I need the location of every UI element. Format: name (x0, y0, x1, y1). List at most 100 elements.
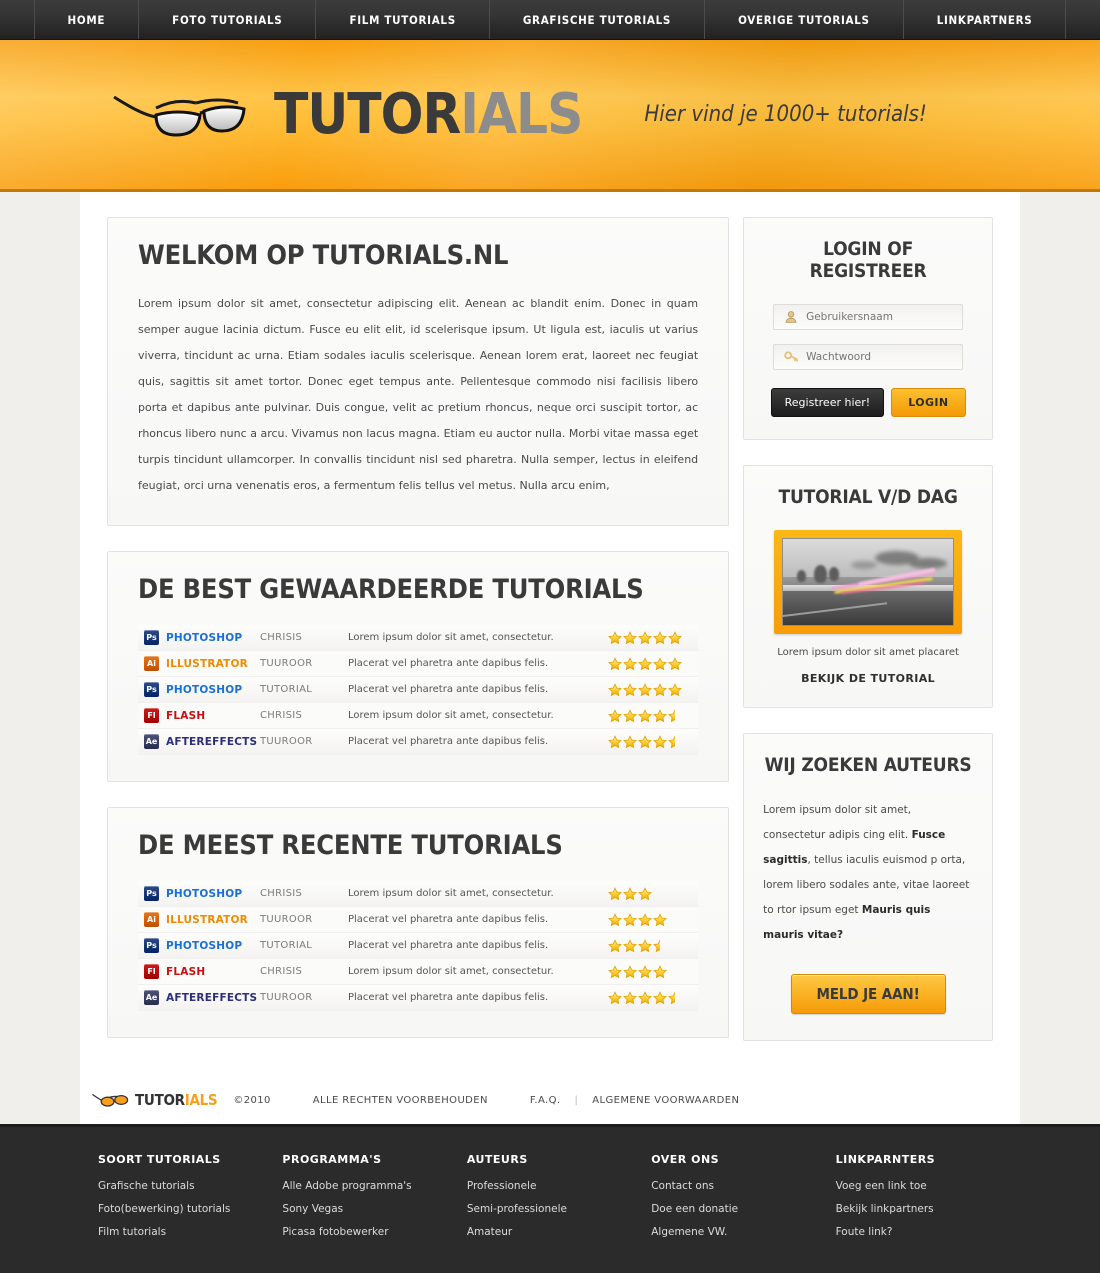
footer-link[interactable]: Alle Adobe programma's (282, 1180, 466, 1192)
star-full (623, 886, 638, 901)
footer-link[interactable]: Algemene VW. (651, 1226, 835, 1238)
password-field[interactable] (773, 344, 964, 370)
star-full (653, 964, 668, 979)
footer-link[interactable]: Doe een donatie (651, 1203, 835, 1215)
login-button[interactable]: LOGIN (891, 388, 966, 417)
tutorial-description: Placerat vel pharetra ante dapibus felis… (348, 684, 549, 695)
tutorial-description: Lorem ipsum dolor sit amet, consectetur. (348, 888, 554, 899)
star-full (608, 964, 623, 979)
footer-logo-orange: IALS (184, 1091, 218, 1109)
tutorial-app-name[interactable]: PHOTOSHOP (166, 684, 242, 696)
top-navigation: HOME FOTO TUTORIALS FILM TUTORIALS GRAFISCH… (0, 0, 1100, 40)
star-full (653, 708, 668, 723)
tutorial-thumbnail-frame[interactable] (774, 530, 963, 634)
tutorial-app-name[interactable]: PHOTOSHOP (166, 940, 242, 952)
footer-link[interactable]: Sony Vegas (282, 1203, 466, 1215)
tutorial-app-name[interactable]: ILLUSTRATOR (166, 914, 248, 926)
nav-overige-tutorials[interactable]: OVERIGE TUTORIALS (705, 0, 904, 39)
footer-column: PROGRAMMA'S Alle Adobe programma's Sony Ve… (282, 1153, 466, 1249)
tutorial-app-name[interactable]: PHOTOSHOP (166, 632, 242, 644)
footer-link[interactable]: Film tutorials (98, 1226, 282, 1238)
star-half (668, 708, 682, 723)
tutorial-description: Placerat vel pharetra ante dapibus felis… (348, 992, 549, 1003)
tutorial-author: TUUROOR (260, 658, 313, 669)
app-icon-ae: Ae (144, 990, 159, 1005)
tutorial-rating (608, 656, 698, 671)
table-row[interactable]: Fl FLASH CHRISIS Lorem ipsum dolor sit amet… (138, 703, 699, 729)
tutorial-app-name[interactable]: ILLUSTRATOR (166, 658, 248, 670)
star-full (623, 708, 638, 723)
footer-link[interactable]: Picasa fotobewerker (282, 1226, 466, 1238)
footer-link[interactable]: Voeg een link toe (836, 1180, 1020, 1192)
footer-link[interactable]: Grafische tutorials (98, 1180, 282, 1192)
star-full (638, 708, 653, 723)
table-row[interactable]: Ae AFTEREFFECTS TUUROOR Placerat vel pharet… (138, 985, 699, 1011)
footer-link[interactable]: Professionele (467, 1180, 651, 1192)
logo-text-dark: TUTOR (274, 81, 461, 147)
footer-column: SOORT TUTORIALS Grafische tutorials Foto(b… (98, 1153, 282, 1249)
nav-linkpartners[interactable]: LINKPARTNERS (904, 0, 1067, 39)
faq-link[interactable]: F.A.Q. (530, 1095, 561, 1106)
app-icon-fl: Fl (144, 964, 159, 979)
app-icon-ai: Ai (144, 912, 159, 927)
tutorial-of-day-cta[interactable]: BEKIJK DE TUTORIAL (763, 672, 973, 685)
footer-column-heading: LINKPARNTERS (835, 1153, 936, 1166)
terms-link[interactable]: ALGEMENE VOORWAARDEN (592, 1095, 739, 1106)
app-icon-ai: Ai (144, 656, 159, 671)
tutorial-app-name[interactable]: FLASH (166, 966, 205, 978)
username-input[interactable] (806, 311, 963, 323)
star-full (623, 630, 638, 645)
table-row[interactable]: Fl FLASH CHRISIS Lorem ipsum dolor sit amet… (138, 959, 699, 985)
nav-foto-tutorials[interactable]: FOTO TUTORIALS (139, 0, 317, 39)
register-button[interactable]: Registreer hier! (770, 388, 885, 417)
star-full (608, 938, 623, 953)
table-row[interactable]: Ps PHOTOSHOP CHRISIS Lorem ipsum dolor sit … (138, 625, 699, 651)
site-footer: SOORT TUTORIALS Grafische tutorials Foto(b… (0, 1124, 1100, 1273)
best-rated-table: Ps PHOTOSHOP CHRISIS Lorem ipsum dolor sit … (138, 625, 699, 755)
tutorial-app-cell: Ps PHOTOSHOP (138, 630, 260, 645)
tutorial-thumbnail-image (782, 538, 955, 626)
footer-logo[interactable]: TUTORIALS (90, 1091, 218, 1109)
nav-film-tutorials[interactable]: FILM TUTORIALS (316, 0, 490, 39)
star-full (668, 656, 683, 671)
tutorial-app-name[interactable]: FLASH (166, 710, 205, 722)
signup-button[interactable]: MELD JE AAN! (790, 974, 946, 1014)
star-full (668, 682, 683, 697)
star-full (653, 912, 668, 927)
table-row[interactable]: Ai ILLUSTRATOR TUUROOR Placerat vel pharetr… (138, 651, 699, 677)
login-panel: LOGIN OF REGISTREER Gebruikersnaam Regis… (743, 217, 993, 440)
footer-column-heading: SOORT TUTORIALS (98, 1153, 221, 1166)
table-row[interactable]: Ae AFTEREFFECTS TUUROOR Placerat vel pharet… (138, 729, 699, 755)
tutorial-of-day-title: TUTORIAL V/D DAG (778, 486, 958, 508)
table-row[interactable]: Ps PHOTOSHOP CHRISIS Lorem ipsum dolor sit … (138, 881, 699, 907)
footer-link[interactable]: Foto(bewerking) tutorials (98, 1203, 282, 1215)
tutorial-app-name[interactable]: PHOTOSHOP (166, 888, 242, 900)
tutorial-app-name[interactable]: AFTEREFFECTS (166, 736, 257, 748)
footer-link[interactable]: Contact ons (651, 1180, 835, 1192)
table-row[interactable]: Ps PHOTOSHOP TUTORIAL Placerat vel pharetra… (138, 677, 699, 703)
username-field[interactable] (773, 304, 964, 330)
footer-link[interactable]: Bekijk linkpartners (836, 1203, 1020, 1215)
star-full (608, 682, 623, 697)
footer-link[interactable]: Amateur (467, 1226, 651, 1238)
sidebar-column: LOGIN OF REGISTREER Gebruikersnaam Regis… (743, 217, 993, 1066)
tutorial-author: TUTORIAL (260, 940, 313, 951)
tutorial-app-cell: Fl FLASH (138, 708, 260, 723)
footer-link[interactable]: Foute link? (836, 1226, 1020, 1238)
footer-link[interactable]: Semi-professionele (467, 1203, 651, 1215)
glasses-icon (92, 1093, 129, 1107)
table-row[interactable]: Ai ILLUSTRATOR TUUROOR Placerat vel pharetr… (138, 907, 699, 933)
authors-body: Lorem ipsum dolor sit amet, consectetur … (763, 798, 973, 948)
nav-home[interactable]: HOME (33, 0, 140, 39)
star-full (608, 656, 623, 671)
site-logo[interactable]: TUTORIALS (110, 86, 583, 143)
app-icon-ps: Ps (144, 682, 159, 697)
tutorial-app-name[interactable]: AFTEREFFECTS (166, 992, 257, 1004)
nav-grafische-tutorials[interactable]: GRAFISCHE TUTORIALS (490, 0, 706, 39)
tutorial-author: CHRISIS (260, 710, 303, 721)
table-row[interactable]: Ps PHOTOSHOP TUTORIAL Placerat vel pharetra… (138, 933, 699, 959)
password-input[interactable] (806, 351, 963, 363)
logo-text-grey: IALS (460, 81, 583, 147)
tutorial-app-cell: Ae AFTEREFFECTS (138, 990, 260, 1005)
app-icon-ae: Ae (144, 734, 159, 749)
